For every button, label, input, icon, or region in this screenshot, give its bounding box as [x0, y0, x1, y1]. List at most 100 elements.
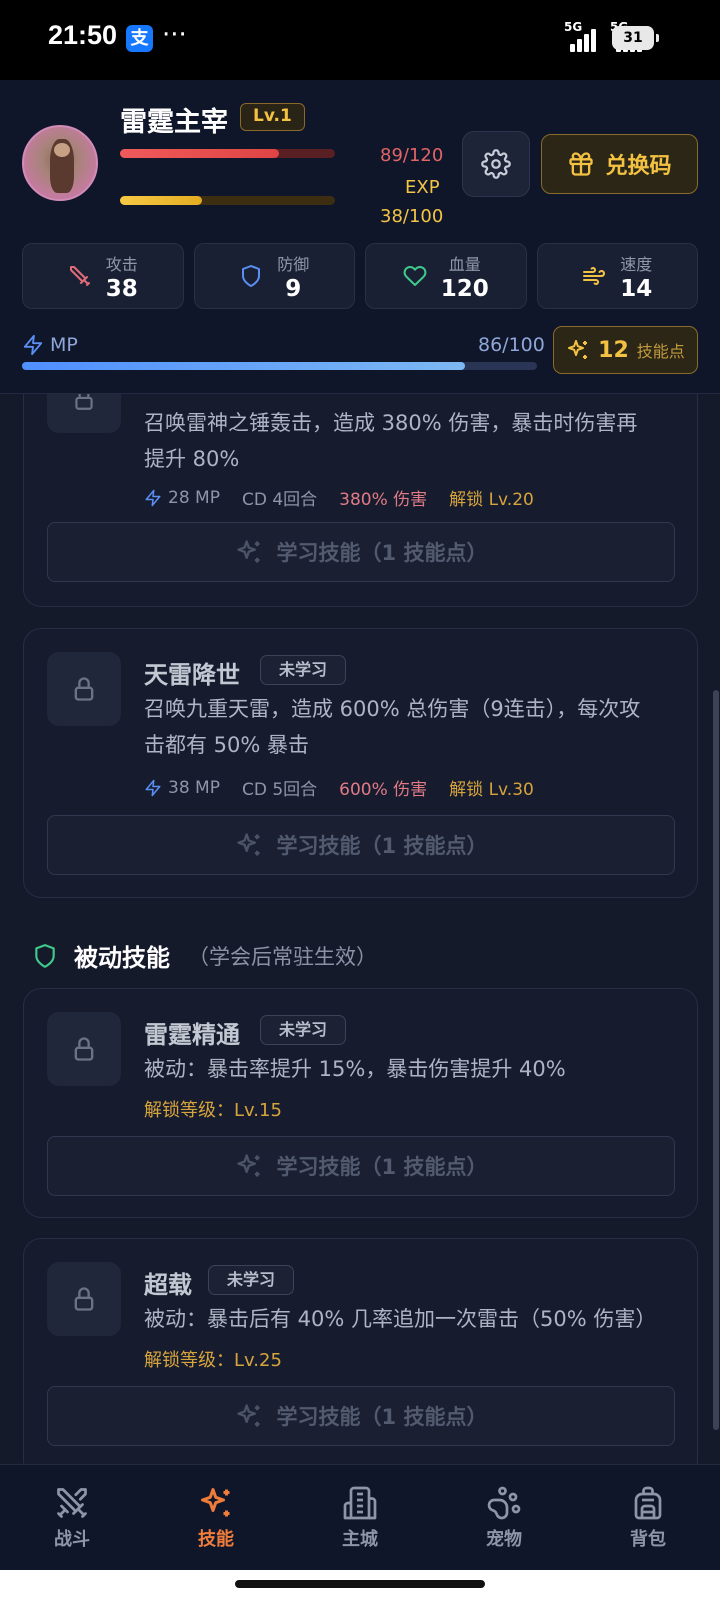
skill-card: 雷霆精通 未学习 被动：暴击率提升 15%，暴击伤害提升 40% 解锁等级：Lv… — [23, 988, 698, 1218]
status-time: 21:50 — [48, 20, 118, 50]
skills-scroll-area[interactable]: 召唤雷神之锤轰击，造成 380% 伤害，暴击时伤害再 提升 80% 28 MP … — [0, 394, 720, 1464]
skill-unlock-level: 解锁等级：Lv.15 — [144, 1100, 282, 1121]
learn-skill-button[interactable]: 学习技能（1 技能点） — [47, 1136, 675, 1196]
exp-label: EXP — [405, 177, 440, 198]
skill-unlock-level: 解锁等级：Lv.25 — [144, 1350, 282, 1371]
skill-name: 雷霆精通 — [144, 1021, 240, 1049]
skill-card: 召唤雷神之锤轰击，造成 380% 伤害，暴击时伤害再 提升 80% 28 MP … — [23, 394, 698, 607]
stat-attack: 攻击 38 — [22, 243, 184, 309]
settings-button[interactable] — [462, 131, 530, 197]
learn-skill-button[interactable]: 学习技能（1 技能点） — [47, 815, 675, 875]
sparkles-icon — [236, 1154, 260, 1177]
sword-icon — [69, 266, 90, 286]
sparkles-icon — [201, 1488, 230, 1517]
nav-label: 背包 — [630, 1529, 666, 1550]
lock-icon — [75, 394, 93, 410]
home-indicator[interactable] — [235, 1580, 485, 1588]
passive-section-header: 被动技能 （学会后常驻生效） — [32, 938, 377, 973]
level-badge: Lv.1 — [240, 103, 305, 131]
stat-label: 攻击 — [105, 254, 138, 274]
learn-skill-button[interactable]: 学习技能（1 技能点） — [47, 522, 675, 582]
alipay-icon: 支 — [126, 25, 153, 52]
stat-value: 14 — [620, 275, 653, 302]
skill-meta: 28 MP CD 4回合 380% 伤害 解锁 Lv.20 — [144, 485, 534, 510]
skill-icon-box — [47, 394, 121, 433]
section-title: 被动技能 — [74, 944, 170, 972]
status-badge: 未学习 — [208, 1265, 295, 1295]
skill-name: 天雷降世 — [144, 661, 240, 689]
player-name: 雷霆主宰 — [120, 107, 228, 138]
skill-description: 被动：暴击率提升 15%，暴击伤害提升 40% — [144, 1057, 566, 1081]
stat-value: 9 — [285, 275, 302, 302]
nav-label: 宠物 — [486, 1529, 522, 1550]
nav-label: 技能 — [198, 1529, 234, 1550]
skill-unlock-level: 解锁 Lv.30 — [449, 780, 534, 800]
status-badge: 未学习 — [260, 1015, 347, 1045]
skill-points-value: 12 — [598, 337, 629, 363]
lightning-icon — [145, 489, 161, 506]
skill-cooldown: CD 4回合 — [241, 490, 318, 510]
lightning-icon — [145, 779, 161, 796]
skill-icon-box — [47, 1012, 121, 1086]
exp-bar-fill — [120, 196, 202, 205]
skill-description: 被动：暴击后有 40% 几率追加一次雷击（50% 伤害） — [144, 1307, 657, 1331]
mp-label: MP — [50, 334, 78, 356]
skill-description: 召唤九重天雷，造成 600% 总伤害（9连击），每次攻 击都有 50% 暴击 — [144, 697, 641, 757]
stat-label: 防御 — [277, 254, 310, 274]
sparkles-icon — [236, 833, 260, 856]
skill-name: 超载 — [144, 1271, 192, 1299]
wind-icon — [583, 267, 606, 285]
sparkles-icon — [236, 540, 260, 563]
stat-value: 38 — [105, 275, 138, 302]
skill-description: 召唤雷神之锤轰击，造成 380% 伤害，暴击时伤害再 提升 80% — [144, 411, 638, 471]
heart-icon — [403, 266, 427, 286]
nav-city[interactable]: 主城 — [288, 1465, 432, 1570]
exp-value: 38/100 — [380, 206, 444, 227]
learn-skill-button[interactable]: 学习技能（1 技能点） — [47, 1386, 675, 1446]
nav-label: 主城 — [342, 1529, 378, 1550]
more-notifications-icon: ··· — [162, 20, 187, 50]
status-badge: 未学习 — [260, 655, 347, 685]
sparkles-icon — [568, 340, 588, 359]
stat-label: 速度 — [620, 254, 653, 274]
signal-icon: 5G — [564, 20, 600, 52]
redeem-code-label: 兑换码 — [605, 154, 672, 179]
skill-points-badge[interactable]: 12 技能点 — [553, 326, 698, 374]
skill-cooldown: CD 5回合 — [241, 780, 318, 800]
shield-icon — [242, 265, 261, 287]
mp-value: 86/100 — [478, 334, 545, 356]
skill-damage: 600% 伤害 — [339, 780, 428, 800]
lock-icon — [74, 677, 94, 701]
building-icon — [343, 1486, 377, 1520]
stat-hp: 血量 120 — [365, 243, 527, 309]
stats-row: 攻击 38 防御 9 血量 120 速度 14 — [22, 243, 698, 309]
scrollbar[interactable] — [713, 690, 719, 1430]
lock-icon — [74, 1287, 94, 1311]
nav-battle[interactable]: 战斗 — [0, 1465, 144, 1570]
mp-bar-fill — [22, 362, 465, 370]
nav-pet[interactable]: 宠物 — [432, 1465, 576, 1570]
battery-icon: 31 — [612, 26, 659, 50]
skill-mp-cost: 38 MP — [168, 777, 220, 798]
nav-label: 战斗 — [54, 1529, 90, 1550]
sparkles-icon — [236, 1404, 260, 1427]
stat-value: 120 — [440, 275, 489, 302]
gift-icon — [569, 152, 594, 176]
crossed-swords-icon — [57, 1488, 87, 1518]
avatar[interactable] — [22, 125, 98, 201]
nav-bag[interactable]: 背包 — [576, 1465, 720, 1570]
redeem-code-button[interactable]: 兑换码 — [541, 134, 698, 194]
section-subtitle: （学会后常驻生效） — [188, 944, 377, 969]
nav-skills[interactable]: 技能 — [144, 1465, 288, 1570]
stat-defense: 防御 9 — [193, 243, 355, 309]
lock-icon — [74, 1037, 94, 1061]
skill-icon-box — [47, 652, 121, 726]
gear-icon — [481, 149, 511, 179]
skill-unlock-level: 解锁 Lv.20 — [449, 490, 534, 510]
bottom-nav: 战斗 技能 主城 宠物 背包 — [0, 1464, 720, 1570]
stat-speed: 速度 14 — [536, 243, 698, 309]
backpack-icon — [634, 1486, 662, 1520]
skill-points-label: 技能点 — [636, 342, 685, 361]
hp-value: 89/120 — [380, 145, 444, 166]
skill-icon-box — [47, 1262, 121, 1336]
